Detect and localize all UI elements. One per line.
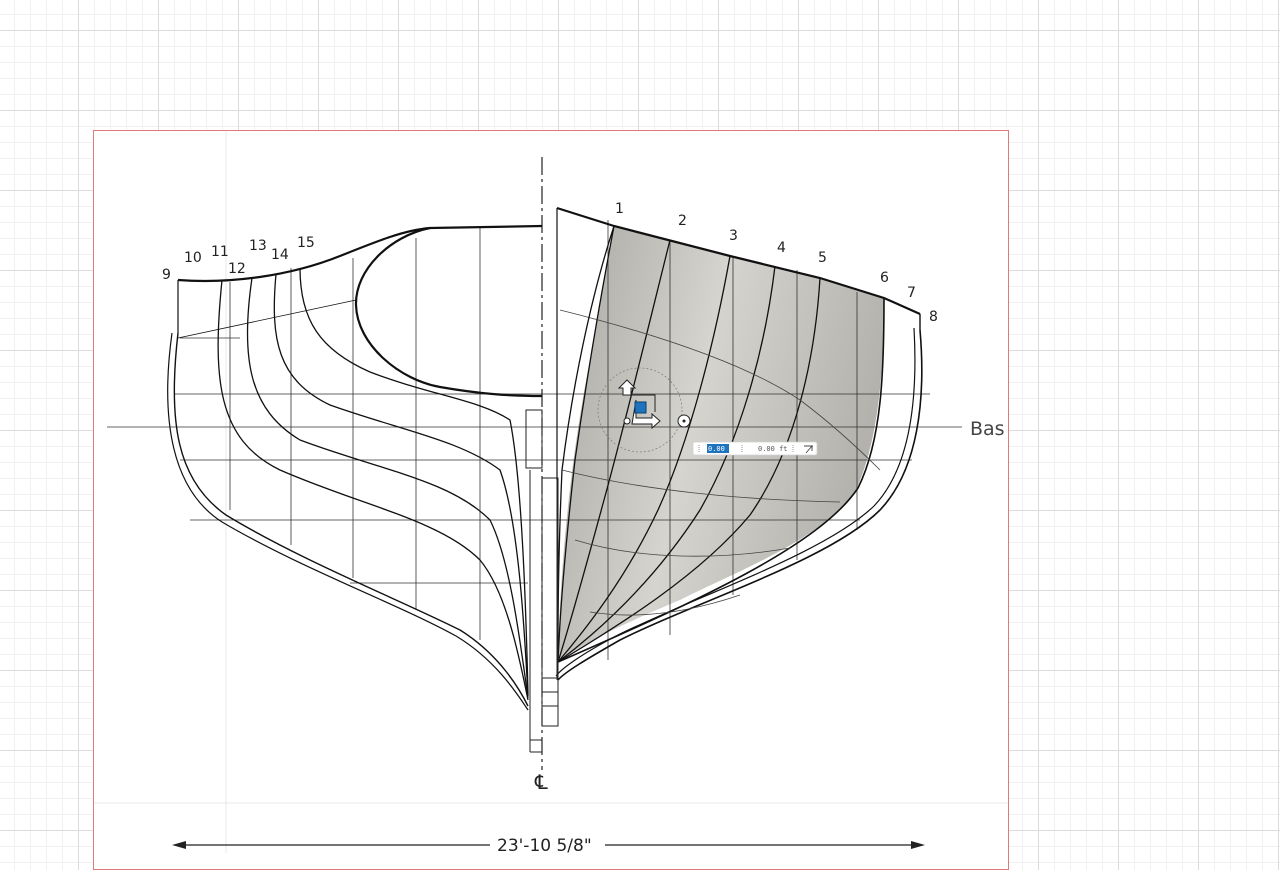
station-label: 3	[729, 228, 738, 244]
station-label: 9	[162, 267, 171, 283]
pivot-point[interactable]	[623, 417, 631, 425]
station-label: 6	[880, 270, 889, 286]
station-label: 12	[228, 261, 246, 277]
numeric-input-toolbar[interactable]: 0.00 ft 0.00 ft	[692, 441, 818, 456]
station-label: 13	[249, 238, 267, 254]
dimension-label: 23'-10 5/8"	[497, 836, 592, 853]
centerline-label: ℄	[534, 770, 548, 794]
baseline-label: Bas	[970, 418, 1005, 440]
keel-left	[525, 409, 543, 753]
station-label: 5	[818, 250, 827, 266]
hull-left-half[interactable]	[167, 224, 543, 711]
station-label: 11	[211, 244, 229, 260]
drawing-canvas[interactable]: 1 2 3 4 5 6 7 8 9 10 11 12 13 14 15 Bas …	[0, 0, 1280, 853]
station-label: 10	[184, 250, 202, 266]
value-field-y-text[interactable]: 0.00 ft	[758, 445, 788, 453]
station-label: 8	[929, 309, 938, 325]
station-label: 7	[907, 285, 916, 301]
selection-handle[interactable]	[634, 401, 647, 414]
keel-right	[541, 477, 559, 727]
station-label: 1	[615, 201, 624, 217]
station-label: 4	[777, 240, 786, 256]
value-field-x-text: 0.00 ft	[708, 445, 738, 453]
sheet-gridlines	[94, 131, 1008, 853]
station-label: 2	[678, 213, 687, 229]
station-labels-left: 9 10 11 12 13 14 15	[162, 235, 315, 283]
station-label: 14	[271, 247, 289, 263]
station-label: 15	[297, 235, 315, 251]
